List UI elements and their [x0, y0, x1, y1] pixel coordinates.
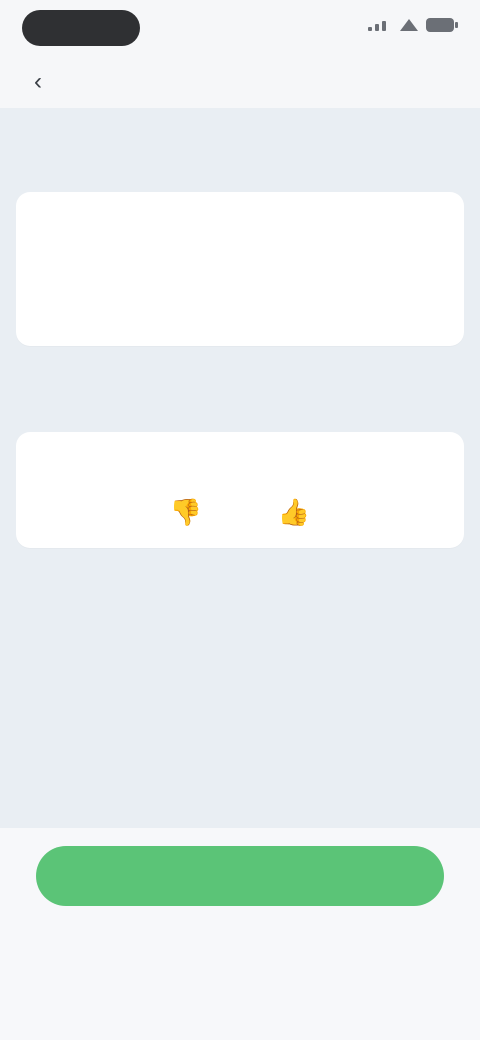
- signal-icon: [368, 19, 392, 31]
- chevron-left-icon[interactable]: ‹: [24, 68, 52, 96]
- feedback-card: 👎 👍: [16, 432, 464, 548]
- thumbs-up-icon[interactable]: 👍: [272, 490, 316, 534]
- wifi-icon: [400, 19, 418, 31]
- primary-action-button[interactable]: [36, 846, 444, 906]
- status-pill: [22, 10, 140, 46]
- thumbs-down-icon[interactable]: 👎: [164, 490, 208, 534]
- summary-card: [16, 192, 464, 346]
- battery-icon: [426, 18, 458, 32]
- app-header: ‹: [0, 56, 480, 109]
- rating-row: 👎 👍: [16, 490, 464, 534]
- main-content: 👎 👍: [0, 108, 480, 828]
- bottom-actions: [0, 828, 480, 1040]
- status-bar: [0, 0, 480, 56]
- status-icons: [368, 18, 458, 32]
